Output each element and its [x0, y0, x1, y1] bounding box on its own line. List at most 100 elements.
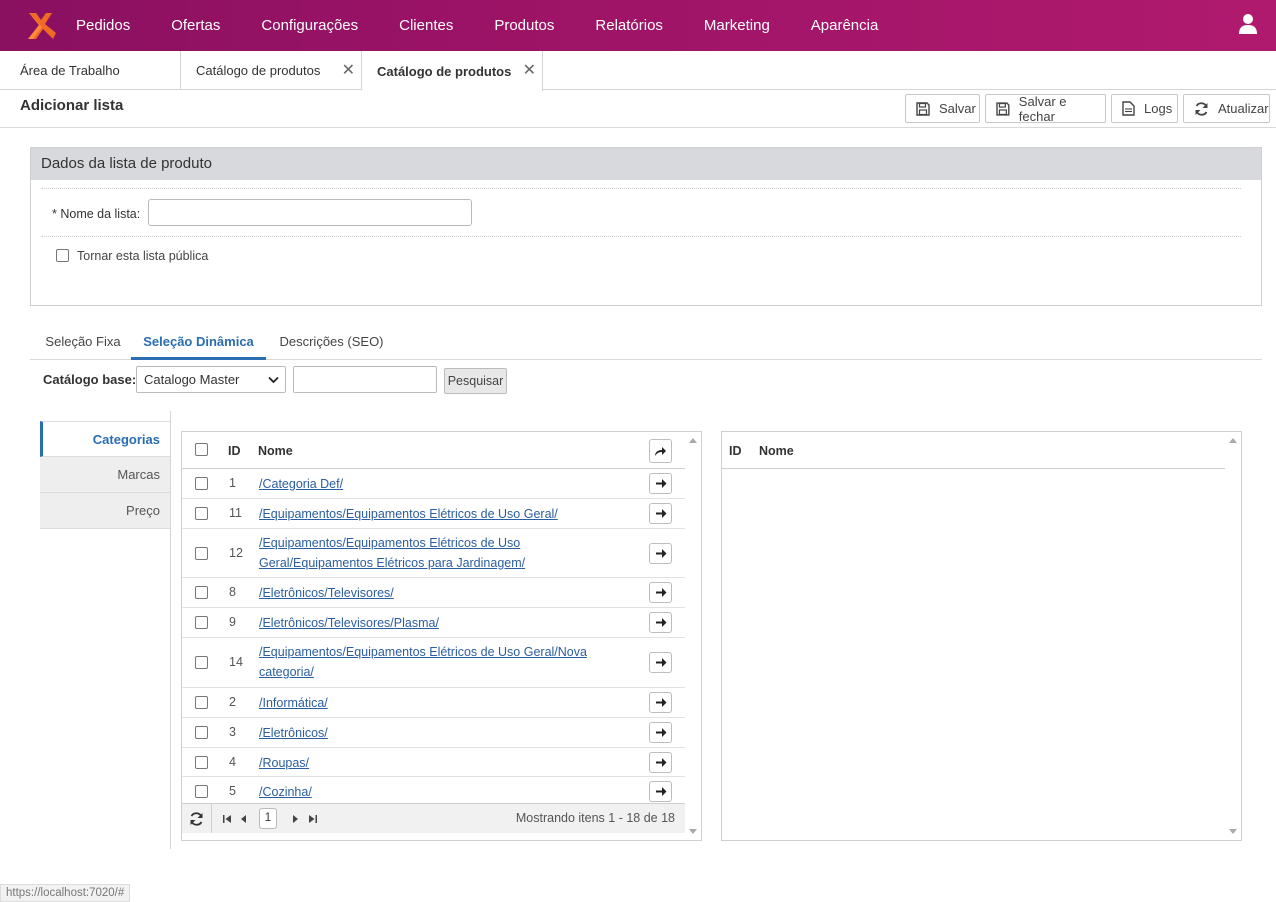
table-row: 1/Categoria Def/ — [182, 469, 685, 499]
nav-marketing[interactable]: Marketing — [704, 17, 770, 34]
add-row-button[interactable] — [649, 652, 672, 673]
selected-categories-grid: ID Nome — [721, 431, 1242, 841]
nav-relatorios[interactable]: Relatórios — [595, 17, 663, 34]
add-row-button[interactable] — [649, 781, 672, 802]
catalog-base-select[interactable]: Catalogo Master — [136, 366, 286, 393]
add-row-button[interactable] — [649, 473, 672, 494]
first-page-icon[interactable] — [223, 812, 232, 827]
row-checkbox[interactable] — [195, 696, 208, 709]
add-all-button[interactable] — [649, 439, 672, 463]
nav-clientes[interactable]: Clientes — [399, 17, 453, 34]
window-tabs: Área de Trabalho Catálogo de produtos ✕ … — [0, 51, 1276, 91]
row-checkbox[interactable] — [195, 755, 208, 769]
nav-configuracoes[interactable]: Configurações — [261, 17, 358, 34]
scroll-down-icon[interactable] — [689, 828, 697, 834]
list-name-input[interactable] — [148, 199, 472, 226]
next-page-icon[interactable] — [292, 812, 299, 827]
tab-catalogo-produtos-1[interactable]: Catálogo de produtos ✕ — [181, 51, 362, 90]
row-name-link[interactable]: /Equipamentos/Equipamentos Elétricos de … — [259, 504, 589, 524]
row-name-link[interactable]: /Informática/ — [259, 693, 589, 713]
scroll-up-icon[interactable] — [689, 438, 697, 444]
row-id: 5 — [229, 784, 236, 798]
add-row-button[interactable] — [649, 692, 672, 713]
row-checkbox[interactable] — [195, 586, 208, 599]
save-close-button[interactable]: Salvar e fechar — [985, 93, 1106, 124]
table-row: 11/Equipamentos/Equipamentos Elétricos d… — [182, 499, 685, 529]
table-row: 8/Eletrônicos/Televisores/ — [182, 578, 685, 608]
save-close-label: Salvar e fechar — [1018, 93, 1067, 124]
side-tab-preco[interactable]: Preço — [40, 493, 170, 529]
row-name-link[interactable]: /Eletrônicos/Televisores/Plasma/ — [259, 613, 589, 633]
row-checkbox[interactable] — [195, 546, 208, 560]
add-row-button[interactable] — [649, 612, 672, 633]
row-checkbox[interactable] — [195, 785, 208, 798]
row-id: 9 — [229, 615, 236, 629]
arrow-right-icon — [655, 618, 666, 627]
app-logo-icon[interactable] — [26, 11, 56, 41]
tab-selecao-fixa[interactable]: Seleção Fixa — [38, 325, 128, 360]
add-row-button[interactable] — [649, 582, 672, 603]
column-name: Nome — [759, 444, 794, 458]
tab-descricoes-seo[interactable]: Descrições (SEO) — [274, 325, 389, 360]
table-row: 2/Informática/ — [182, 688, 685, 718]
select-all-checkbox[interactable] — [195, 443, 208, 456]
row-name-link[interactable]: /Equipamentos/Equipamentos Elétricos de … — [259, 533, 589, 573]
side-tab-marcas[interactable]: Marcas — [40, 457, 170, 493]
tab-label: Catálogo de produtos — [196, 63, 321, 78]
scroll-up-icon[interactable] — [1229, 438, 1237, 444]
chevron-down-icon — [268, 376, 279, 384]
row-name-link[interactable]: /Eletrônicos/Televisores/ — [259, 583, 589, 603]
scroll-down-icon[interactable] — [1229, 828, 1237, 834]
arrow-right-icon — [655, 757, 666, 767]
grid-scrollbar[interactable] — [1225, 432, 1241, 840]
nav-ofertas[interactable]: Ofertas — [171, 17, 220, 34]
row-id: 3 — [229, 725, 236, 739]
save-button[interactable]: Salvar — [905, 94, 980, 123]
last-page-icon[interactable] — [308, 812, 317, 827]
arrow-right-icon — [655, 548, 666, 558]
add-row-button[interactable] — [649, 722, 672, 743]
row-checkbox[interactable] — [195, 507, 208, 520]
nav-aparencia[interactable]: Aparência — [811, 17, 879, 34]
close-icon[interactable]: ✕ — [523, 60, 536, 80]
catalog-base-label: Catálogo base: — [43, 372, 137, 387]
divider — [41, 236, 1241, 237]
refresh-button[interactable]: Atualizar — [1183, 94, 1270, 123]
row-name-link[interactable]: /Equipamentos/Equipamentos Elétricos de … — [259, 642, 589, 682]
row-name-link[interactable]: /Categoria Def/ — [259, 474, 589, 494]
current-page[interactable]: 1 — [259, 808, 277, 829]
grid-scrollbar[interactable] — [685, 432, 701, 840]
search-input[interactable] — [293, 366, 437, 393]
share-forward-icon — [655, 446, 666, 456]
row-checkbox[interactable] — [195, 726, 208, 739]
close-icon[interactable]: ✕ — [342, 60, 355, 80]
user-icon[interactable] — [1238, 13, 1258, 35]
row-checkbox[interactable] — [195, 656, 208, 669]
row-name-link[interactable]: /Cozinha/ — [259, 782, 589, 802]
side-tab-categorias[interactable]: Categorias — [40, 421, 170, 457]
logs-button[interactable]: Logs — [1111, 94, 1178, 123]
row-checkbox[interactable] — [195, 477, 208, 490]
column-name: Nome — [258, 444, 293, 458]
row-id: 8 — [229, 585, 236, 599]
arrow-right-icon — [655, 509, 666, 518]
public-list-checkbox[interactable] — [56, 249, 69, 262]
status-url: https://localhost:7020/# — [0, 884, 131, 902]
row-name-link[interactable]: /Roupas/ — [259, 753, 589, 773]
add-row-button[interactable] — [649, 503, 672, 524]
tab-area-de-trabalho[interactable]: Área de Trabalho — [0, 51, 181, 90]
reload-button[interactable] — [182, 804, 212, 833]
add-row-button[interactable] — [649, 751, 672, 773]
nav-pedidos[interactable]: Pedidos — [76, 17, 130, 34]
nav-produtos[interactable]: Produtos — [494, 17, 554, 34]
row-name-link[interactable]: /Eletrônicos/ — [259, 723, 589, 743]
tab-catalogo-produtos-2[interactable]: Catálogo de produtos ✕ — [362, 51, 543, 91]
row-id: 4 — [229, 754, 236, 769]
tab-selecao-dinamica[interactable]: Seleção Dinâmica — [131, 325, 266, 360]
prev-page-icon[interactable] — [240, 812, 247, 827]
row-checkbox[interactable] — [195, 616, 208, 629]
product-list-panel: Dados da lista de produto * Nome da list… — [30, 147, 1262, 306]
table-row: 3/Eletrônicos/ — [182, 718, 685, 748]
search-button[interactable]: Pesquisar — [444, 368, 507, 394]
add-row-button[interactable] — [649, 542, 672, 564]
